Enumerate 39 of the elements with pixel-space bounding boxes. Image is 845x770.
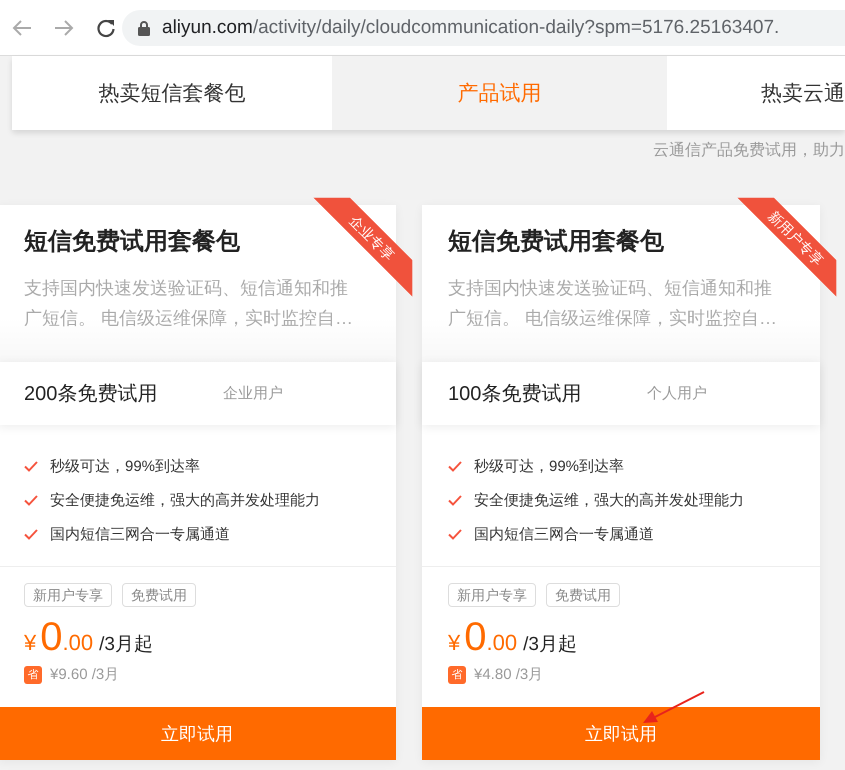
plan-quota: 200条免费试用 (24, 382, 158, 407)
saving-badge: 省 (24, 666, 42, 684)
feature-text: 国内短信三网合一专属通道 (50, 524, 230, 544)
saving-amount: ¥9.60 /3月 (50, 665, 120, 684)
feature-text: 秒级可达，99%到达率 (474, 456, 624, 476)
card-title: 短信免费试用套餐包 (448, 227, 664, 257)
url-text: aliyun.com/activity/daily/cloudcommunication-daily?spm=5176.25163407. (162, 16, 780, 38)
tab[interactable]: 热卖短信套餐包 (12, 56, 332, 130)
tag: 免费试用 (546, 583, 620, 607)
plan-quota: 100条免费试用 (448, 382, 582, 407)
saving-badge: 省 (448, 666, 466, 684)
feature-text: 国内短信三网合一专属通道 (474, 524, 654, 544)
saving-amount: ¥4.80 /3月 (474, 665, 544, 684)
card-description: 支持国内快速发送验证码、短信通知和推广短信。 电信级运维保障，实时监控自… (448, 277, 778, 330)
subtitle: 云通信产品免费试用，助力 (652, 140, 845, 161)
check-icon (448, 460, 462, 472)
card-title: 短信免费试用套餐包 (24, 227, 240, 257)
reload-icon[interactable] (96, 18, 116, 38)
forward-icon[interactable] (54, 18, 74, 36)
plan-audience: 个人用户 (647, 384, 707, 403)
back-icon[interactable] (12, 18, 32, 36)
feature-text: 安全便捷免运维，强大的高并发处理能力 (50, 490, 320, 510)
check-icon (448, 528, 462, 540)
check-icon (24, 528, 38, 540)
feature-text: 安全便捷免运维，强大的高并发处理能力 (474, 490, 744, 510)
address-bar[interactable]: aliyun.com/activity/daily/cloudcommunication-daily?spm=5176.25163407. (122, 10, 845, 46)
lock-icon (138, 20, 150, 36)
feature-text: 秒级可达，99%到达率 (50, 456, 200, 476)
annotation-arrow (640, 690, 706, 726)
tag: 免费试用 (122, 583, 196, 607)
check-icon (24, 494, 38, 506)
plan-audience: 企业用户 (223, 384, 283, 403)
check-icon (448, 494, 462, 506)
tag: 新用户专享 (24, 583, 112, 607)
price: ¥0.00 /3月起 (448, 615, 578, 659)
tab[interactable]: 热卖云通 (667, 56, 845, 130)
price: ¥0.00 /3月起 (24, 615, 154, 659)
tag: 新用户专享 (448, 583, 536, 607)
check-icon (24, 460, 38, 472)
